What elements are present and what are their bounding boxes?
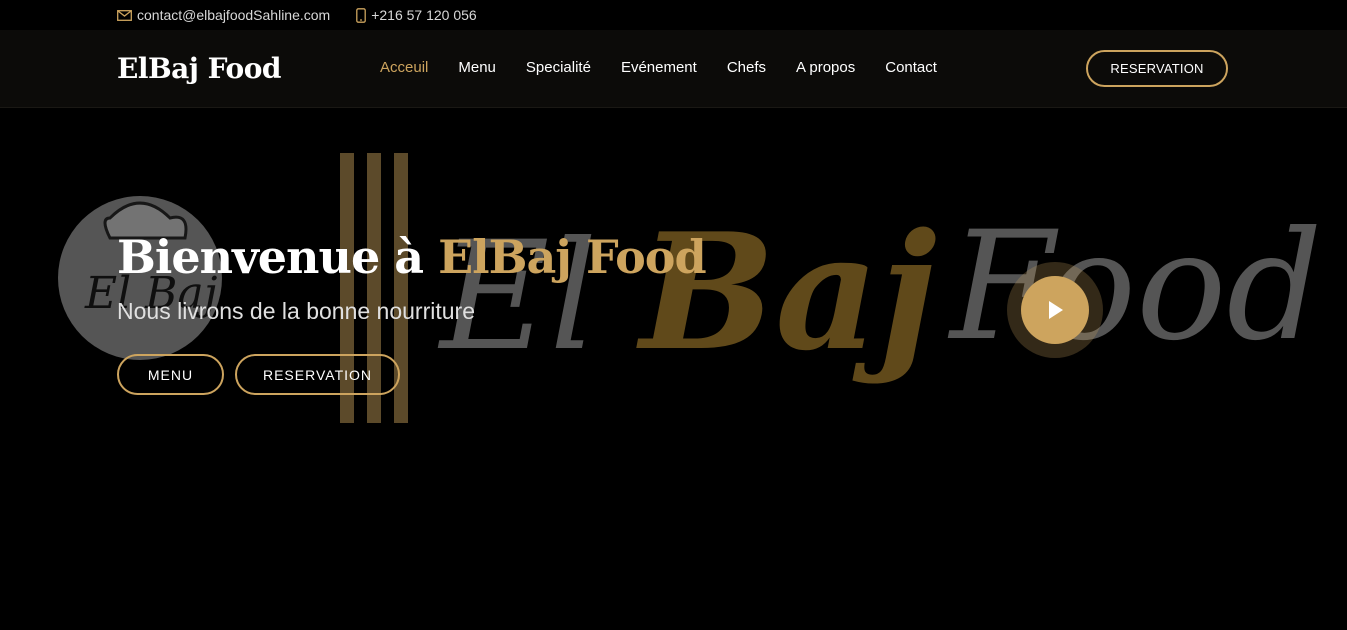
hero-section: El Baj El Baj Food Bienvenue à ElBaj Foo…	[0, 108, 1347, 630]
svg-text:Baj: Baj	[636, 198, 937, 386]
play-icon	[1049, 301, 1063, 319]
play-button-circle	[1021, 276, 1089, 344]
hero-title-accent: ElBaj Food	[438, 230, 707, 284]
svg-text:Food: Food	[947, 200, 1323, 374]
phone-icon	[356, 7, 367, 23]
hero-buttons: MENU RESERVATION	[117, 354, 411, 395]
topbar: contact@elbajfoodSahline.com +216 57 120…	[0, 0, 1347, 30]
main-nav: Acceuil Menu Specialité Evénement Chefs …	[380, 59, 967, 76]
site-logo[interactable]: ElBaj Food	[117, 52, 281, 85]
phone-text: +216 57 120 056	[371, 7, 477, 23]
menu-button[interactable]: MENU	[117, 354, 224, 395]
email-text: contact@elbajfoodSahline.com	[137, 7, 331, 23]
play-video-button[interactable]	[1007, 262, 1103, 358]
hero-reservation-button[interactable]: RESERVATION	[235, 354, 400, 395]
nav-item-chefs[interactable]: Chefs	[727, 59, 766, 76]
nav-item-evenement[interactable]: Evénement	[621, 59, 697, 76]
nav-item-a-propos[interactable]: A propos	[796, 59, 855, 76]
hero-background-logo-image: El Baj El Baj Food	[58, 153, 1323, 423]
nav-item-specialite[interactable]: Specialité	[526, 59, 591, 76]
reservation-button[interactable]: RESERVATION	[1086, 50, 1228, 87]
envelope-icon	[117, 9, 132, 21]
nav-item-contact[interactable]: Contact	[885, 59, 937, 76]
nav-item-menu[interactable]: Menu	[458, 59, 496, 76]
header: ElBaj Food Acceuil Menu Specialité Evéne…	[0, 30, 1347, 108]
email-item[interactable]: contact@elbajfoodSahline.com	[117, 7, 330, 23]
hero-subtitle: Nous livrons de la bonne nourriture	[117, 298, 475, 324]
phone-item[interactable]: +216 57 120 056	[356, 7, 477, 23]
hero-title: Bienvenue à ElBaj Food	[117, 230, 707, 284]
hero-title-prefix: Bienvenue à	[117, 230, 424, 284]
nav-item-acceuil[interactable]: Acceuil	[380, 59, 428, 76]
